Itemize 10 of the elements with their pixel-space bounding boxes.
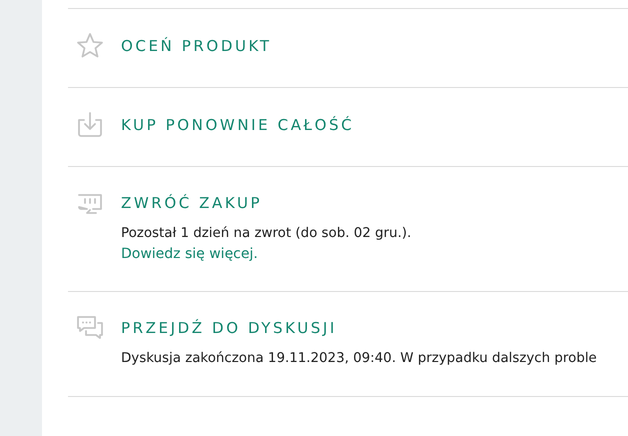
info-text: Dyskusja zakończona 19.11.2023, 09:40. W przypadku dalszych proble [121,350,597,368]
basket-download-icon [76,111,104,139]
action-link[interactable]: KUP PONOWNIE CAŁOŚĆ [121,115,354,135]
action-link[interactable]: PRZEJDŹ DO DYSKUSJI [121,318,597,338]
action-link[interactable]: ZWRÓĆ ZAKUP [121,193,412,213]
star-icon [76,32,104,60]
chat-icon [76,314,104,342]
learn-more-link[interactable]: Dowiedz się więcej. [121,245,412,263]
action-link[interactable]: OCEŃ PRODUKT [121,36,272,56]
info-text: Pozostał 1 dzień na zwrot (do sob. 02 gru.). [121,225,412,243]
